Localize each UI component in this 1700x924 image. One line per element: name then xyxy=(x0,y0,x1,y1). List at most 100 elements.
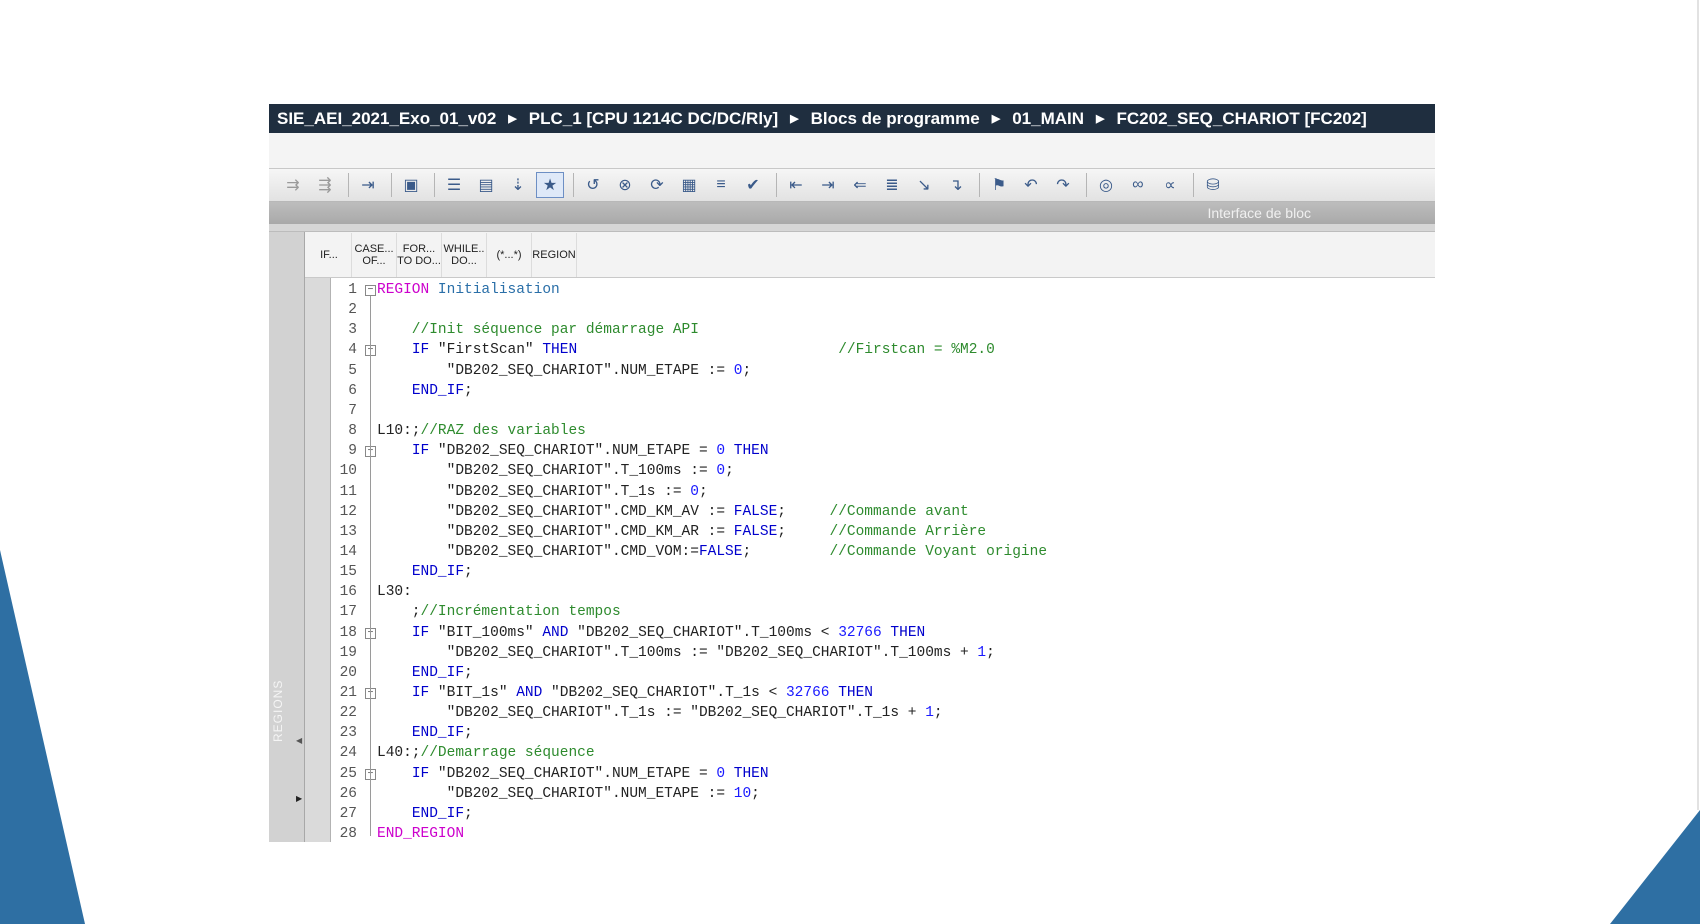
outdent-icon[interactable]: ⇐ xyxy=(846,172,874,198)
load-icon[interactable]: ⇣ xyxy=(504,172,532,198)
block-interface-splitter[interactable] xyxy=(269,224,1435,232)
line-number: 12 xyxy=(339,503,357,520)
code-line[interactable]: 19 "DB202_SEQ_CHARIOT".T_100ms := "DB202… xyxy=(331,643,1435,663)
glasses-icon[interactable]: ∞ xyxy=(1124,172,1152,198)
favorite-icon[interactable]: ★ xyxy=(536,172,564,198)
prev-bookmark-icon[interactable]: ↶ xyxy=(1017,172,1045,198)
reset-icon[interactable]: ↺ xyxy=(579,172,607,198)
code-token: L30: xyxy=(377,584,412,601)
insert-if-button[interactable]: IF... xyxy=(307,232,352,277)
bookmark-icon[interactable]: ⚑ xyxy=(985,172,1013,198)
code-token: ; xyxy=(742,362,752,379)
expand-arrow-icon[interactable]: ◀ xyxy=(296,736,302,745)
code-line[interactable]: 9− IF "DB202_SEQ_CHARIOT".NUM_ETAPE = 0 … xyxy=(331,441,1435,461)
glasses-off-icon[interactable]: ∝ xyxy=(1156,172,1184,198)
block-interface-bar[interactable]: Interface de bloc xyxy=(269,202,1435,224)
update-call-icon[interactable]: ⟳ xyxy=(643,172,671,198)
code-token: END_REGION xyxy=(377,826,465,843)
code-line[interactable]: 15 END_IF; xyxy=(331,562,1435,582)
code-token: //Commande Voyant origine xyxy=(829,543,1048,560)
code-line[interactable]: 14 "DB202_SEQ_CHARIOT".CMD_VOM:=FALSE; /… xyxy=(331,542,1435,562)
format-icon[interactable]: ≣ xyxy=(878,172,906,198)
insert-while-button[interactable]: WHILE.. DO... xyxy=(442,232,487,277)
insert-case-button[interactable]: CASE... OF... xyxy=(352,232,397,277)
insert-for-button[interactable]: FOR... TO DO... xyxy=(397,232,442,277)
code-line[interactable]: 8 L10:;//RAZ des variables xyxy=(331,421,1435,441)
database-icon[interactable]: ⛁ xyxy=(1199,172,1227,198)
code-token: AND xyxy=(516,685,543,701)
code-token: 32766 xyxy=(785,685,830,701)
insert-network-icon[interactable]: ⇉ xyxy=(279,172,307,198)
goto-icon[interactable]: ↴ xyxy=(942,172,970,198)
code-line[interactable]: 6 END_IF; xyxy=(331,381,1435,401)
code-token: 0 xyxy=(716,443,726,460)
line-number: 8 xyxy=(348,423,357,440)
delete-call-icon[interactable]: ⊗ xyxy=(611,172,639,198)
download-icon[interactable]: ⇥ xyxy=(354,172,382,198)
code-line[interactable]: 13 "DB202_SEQ_CHARIOT".CMD_KM_AR := FALS… xyxy=(331,522,1435,542)
next-bookmark-icon[interactable]: ↷ xyxy=(1049,172,1077,198)
code-token: THEN xyxy=(542,342,578,359)
code-text: REGION Initialisation xyxy=(377,280,560,300)
breadcrumb-item-block[interactable]: FC202_SEQ_CHARIOT [FC202] xyxy=(1117,109,1367,129)
toolbar-separator xyxy=(348,173,349,197)
breadcrumb-separator-icon: ▶ xyxy=(991,113,1001,125)
insert-comment-button[interactable]: (*...*) xyxy=(487,232,532,277)
code-line[interactable]: 23 END_IF; xyxy=(331,723,1435,743)
code-line[interactable]: 3 //Init séquence par démarrage API xyxy=(331,320,1435,340)
code-line[interactable]: 4− IF "FirstScan" THEN //Firstcan = %M2.… xyxy=(331,340,1435,360)
code-line[interactable]: 25− IF "DB202_SEQ_CHARIOT".NUM_ETAPE = 0… xyxy=(331,764,1435,784)
code-token: ; xyxy=(377,604,421,621)
scl-code-editor[interactable]: 1− REGION Initialisation 2 3 //Init séquenc… xyxy=(331,278,1435,842)
code-token: "DB202_SEQ_CHARIOT".T_100ms := "DB202_SE… xyxy=(377,644,978,661)
code-line[interactable]: 24 L40:;//Demarrage séquence xyxy=(331,743,1435,763)
line-number: 4 xyxy=(348,342,357,359)
code-line[interactable]: 28 END_REGION xyxy=(331,824,1435,844)
code-line[interactable]: 16 L30: xyxy=(331,582,1435,602)
code-token: IF xyxy=(411,685,430,701)
fold-toggle-icon[interactable]: − xyxy=(365,285,376,296)
code-line[interactable]: 22 "DB202_SEQ_CHARIOT".T_1s := "DB202_SE… xyxy=(331,703,1435,723)
line-number: 1 xyxy=(348,282,357,298)
collapse-arrow-icon[interactable]: ▶ xyxy=(296,794,302,803)
breadcrumb-item-main[interactable]: 01_MAIN xyxy=(1012,109,1084,129)
regions-panel-label: REGIONS xyxy=(271,679,285,742)
line-number: 28 xyxy=(339,826,357,843)
code-line[interactable]: 1− REGION Initialisation xyxy=(331,280,1435,300)
code-line[interactable]: 12 "DB202_SEQ_CHARIOT".CMD_KM_AV := FALS… xyxy=(331,502,1435,522)
remove-network-icon[interactable]: ⇶ xyxy=(311,172,339,198)
insert-region-button[interactable]: REGION xyxy=(532,232,577,277)
code-line[interactable]: 27 END_IF; xyxy=(331,804,1435,824)
code-line[interactable]: 26 "DB202_SEQ_CHARIOT".NUM_ETAPE := 10; xyxy=(331,784,1435,804)
code-line[interactable]: 18− IF "BIT_100ms" AND "DB202_SEQ_CHARIO… xyxy=(331,623,1435,643)
decrease-indent-icon[interactable]: ⇤ xyxy=(782,172,810,198)
compile-icon[interactable]: ▤ xyxy=(472,172,500,198)
code-token: END_IF xyxy=(411,664,465,681)
code-line[interactable]: 11 "DB202_SEQ_CHARIOT".T_1s := 0; xyxy=(331,482,1435,502)
code-token: THEN xyxy=(890,624,926,641)
line-number: 15 xyxy=(339,564,357,581)
increase-indent-icon[interactable]: ⇥ xyxy=(814,172,842,198)
list-icon[interactable]: ≡ xyxy=(707,172,735,198)
code-line[interactable]: 2 xyxy=(331,300,1435,320)
breadcrumb-item-plc[interactable]: PLC_1 [CPU 1214C DC/DC/Rly] xyxy=(529,109,778,129)
code-line[interactable]: 5 "DB202_SEQ_CHARIOT".NUM_ETAPE := 0; xyxy=(331,361,1435,381)
code-text: END_REGION xyxy=(377,824,464,844)
code-line[interactable]: 7 xyxy=(331,401,1435,421)
breadcrumb-item-project[interactable]: SIE_AEI_2021_Exo_01_v02 xyxy=(277,109,496,129)
indent-icon[interactable]: ☰ xyxy=(440,172,468,198)
check-icon[interactable]: ✔ xyxy=(739,172,767,198)
regions-panel[interactable]: ◀ REGIONS ▶ xyxy=(269,232,305,842)
line-number: 10 xyxy=(339,463,357,480)
observe-icon[interactable]: ◎ xyxy=(1092,172,1120,198)
open-block-icon[interactable]: ▦ xyxy=(675,172,703,198)
code-line[interactable]: 20 END_IF; xyxy=(331,663,1435,683)
monitor-icon[interactable]: ▣ xyxy=(397,172,425,198)
code-line[interactable]: 17 ;//Incrémentation tempos xyxy=(331,602,1435,622)
jump-icon[interactable]: ↘ xyxy=(910,172,938,198)
code-line[interactable]: 10 "DB202_SEQ_CHARIOT".T_100ms := 0; xyxy=(331,461,1435,481)
code-line[interactable]: 21− IF "BIT_1s" AND "DB202_SEQ_CHARIOT".… xyxy=(331,683,1435,703)
breadcrumb-item-program-blocks[interactable]: Blocs de programme xyxy=(811,109,980,129)
